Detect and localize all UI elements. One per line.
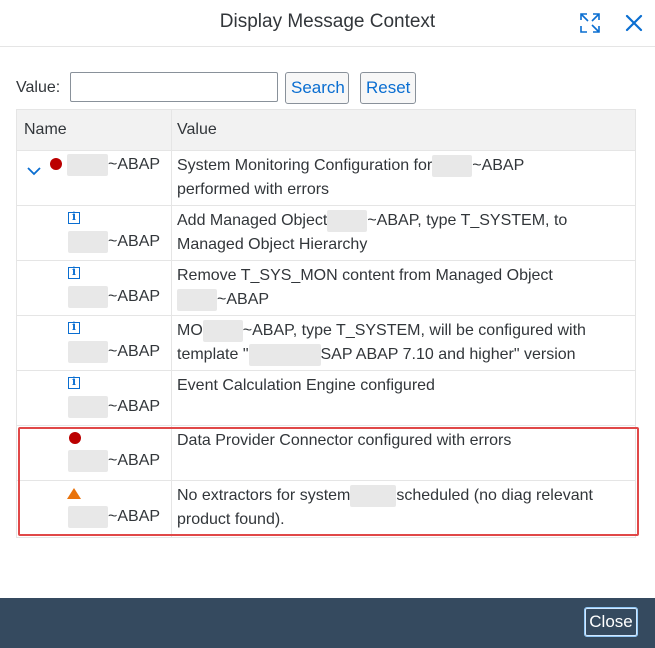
- redacted-system-id: [67, 154, 108, 176]
- column-divider: [171, 316, 172, 370]
- value-label: Value:: [16, 79, 61, 96]
- table-row[interactable]: i ~ABAP Add Managed Object ~ABAP, type T_…: [17, 206, 635, 261]
- value-text: product found).: [177, 511, 285, 528]
- row-name-suffix: ~ABAP: [108, 156, 161, 174]
- table-row[interactable]: i ~ABAP Event Calculation Engine configu…: [17, 371, 635, 426]
- value-text: SAP ABAP 7.10 and higher" version: [320, 346, 576, 363]
- row-value: Event Calculation Engine configured: [177, 374, 627, 398]
- value-text: ~ABAP, type T_SYSTEM, will be configured…: [242, 322, 586, 339]
- value-text: MO: [177, 322, 203, 339]
- redacted-system-id: [432, 154, 473, 177]
- row-name-suffix: ~ABAP: [108, 288, 161, 306]
- info-status-icon: i: [68, 320, 80, 334]
- info-status-icon: i: [68, 265, 80, 279]
- column-divider: [171, 426, 172, 480]
- value-text: No extractors for system: [177, 487, 351, 504]
- redacted-system-id: [68, 396, 108, 418]
- row-value: Remove T_SYS_MON content from Managed Ob…: [177, 264, 627, 312]
- row-value: System Monitoring Configuration for ~ABAP…: [177, 154, 627, 202]
- column-divider: [171, 110, 172, 150]
- value-text: Event Calculation Engine configured: [177, 377, 435, 394]
- redacted-system-id: [327, 209, 368, 232]
- dialog-title: Display Message Context: [219, 11, 436, 32]
- redacted-system-id: [177, 288, 217, 311]
- value-text: System Monitoring Configuration for: [177, 157, 433, 174]
- value-text: Remove T_SYS_MON content from Managed Ob…: [177, 267, 553, 284]
- row-name-suffix: ~ABAP: [108, 233, 161, 251]
- value-input[interactable]: [70, 72, 278, 102]
- value-text: Managed Object Hierarchy: [177, 236, 368, 253]
- reset-button[interactable]: Reset: [360, 72, 416, 104]
- value-text: scheduled (no diag relevant: [396, 487, 593, 504]
- table-row[interactable]: ~ABAP Data Provider Connector configured…: [17, 426, 635, 481]
- row-name-suffix: ~ABAP: [108, 398, 161, 416]
- value-text: Add Managed Object: [177, 212, 328, 229]
- row-name: ~ABAP: [67, 154, 160, 176]
- row-name: ~ABAP: [68, 231, 160, 253]
- column-divider: [171, 151, 172, 205]
- maximize-icon[interactable]: [578, 11, 602, 35]
- row-value: No extractors for system scheduled (no di…: [177, 484, 627, 532]
- table-header: Name Value: [17, 110, 635, 151]
- redacted-system-id: [350, 484, 397, 507]
- table-row[interactable]: ~ABAP System Monitoring Configuration fo…: [17, 151, 635, 206]
- value-text: template ": [177, 346, 249, 363]
- row-value: Data Provider Connector configured with …: [177, 429, 627, 453]
- close-icon[interactable]: [622, 11, 646, 35]
- dialog-header: Display Message Context: [0, 0, 655, 47]
- row-name-suffix: ~ABAP: [108, 508, 161, 526]
- redacted-system-id: [68, 341, 108, 363]
- redacted-system-id: [68, 506, 108, 528]
- row-name-suffix: ~ABAP: [108, 343, 161, 361]
- redacted-system-id: [68, 231, 108, 253]
- search-button[interactable]: Search: [285, 72, 349, 104]
- table-row[interactable]: i ~ABAP Remove T_SYS_MON content from Ma…: [17, 261, 635, 316]
- row-name: ~ABAP: [68, 450, 160, 472]
- column-divider: [171, 481, 172, 537]
- row-value: Add Managed Object ~ABAP, type T_SYSTEM, …: [177, 209, 627, 257]
- row-name-suffix: ~ABAP: [108, 452, 161, 470]
- value-text: Data Provider Connector configured with …: [177, 432, 512, 449]
- warning-status-icon: [67, 488, 81, 499]
- value-text: ~ABAP: [472, 157, 525, 174]
- row-name: ~ABAP: [68, 341, 160, 363]
- column-header-value[interactable]: Value: [177, 121, 217, 139]
- chevron-down-icon[interactable]: [27, 166, 41, 176]
- row-name: ~ABAP: [68, 396, 160, 418]
- info-status-icon: i: [68, 375, 80, 389]
- row-name: ~ABAP: [68, 286, 160, 308]
- value-text: ~ABAP: [217, 291, 270, 308]
- column-divider: [171, 371, 172, 425]
- close-button[interactable]: Close: [584, 607, 638, 637]
- column-divider: [171, 206, 172, 260]
- dialog-footer: Close: [0, 598, 655, 648]
- value-text: performed with errors: [177, 181, 330, 198]
- info-status-icon: i: [68, 210, 80, 224]
- filter-bar: Value: Search Reset: [16, 72, 436, 104]
- value-text: ~ABAP, type T_SYSTEM, to: [367, 212, 568, 229]
- table-row[interactable]: ~ABAP No extractors for system scheduled …: [17, 481, 635, 537]
- message-context-table: Name Value ~ABAP System Monitoring Confi…: [16, 109, 636, 538]
- redacted-system-id: [68, 286, 108, 308]
- row-name: ~ABAP: [68, 506, 160, 528]
- error-status-icon: [50, 158, 62, 170]
- row-value: MO ~ABAP, type T_SYSTEM, will be configur…: [177, 319, 627, 367]
- error-status-icon: [69, 432, 81, 444]
- redacted-system-id: [68, 450, 108, 472]
- redacted-system-id: [202, 319, 243, 342]
- table-row[interactable]: i ~ABAP MO ~ABAP, type T_SYSTEM, will be …: [17, 316, 635, 371]
- column-header-name[interactable]: Name: [24, 121, 67, 139]
- redacted-template-name: [248, 343, 321, 366]
- column-divider: [171, 261, 172, 315]
